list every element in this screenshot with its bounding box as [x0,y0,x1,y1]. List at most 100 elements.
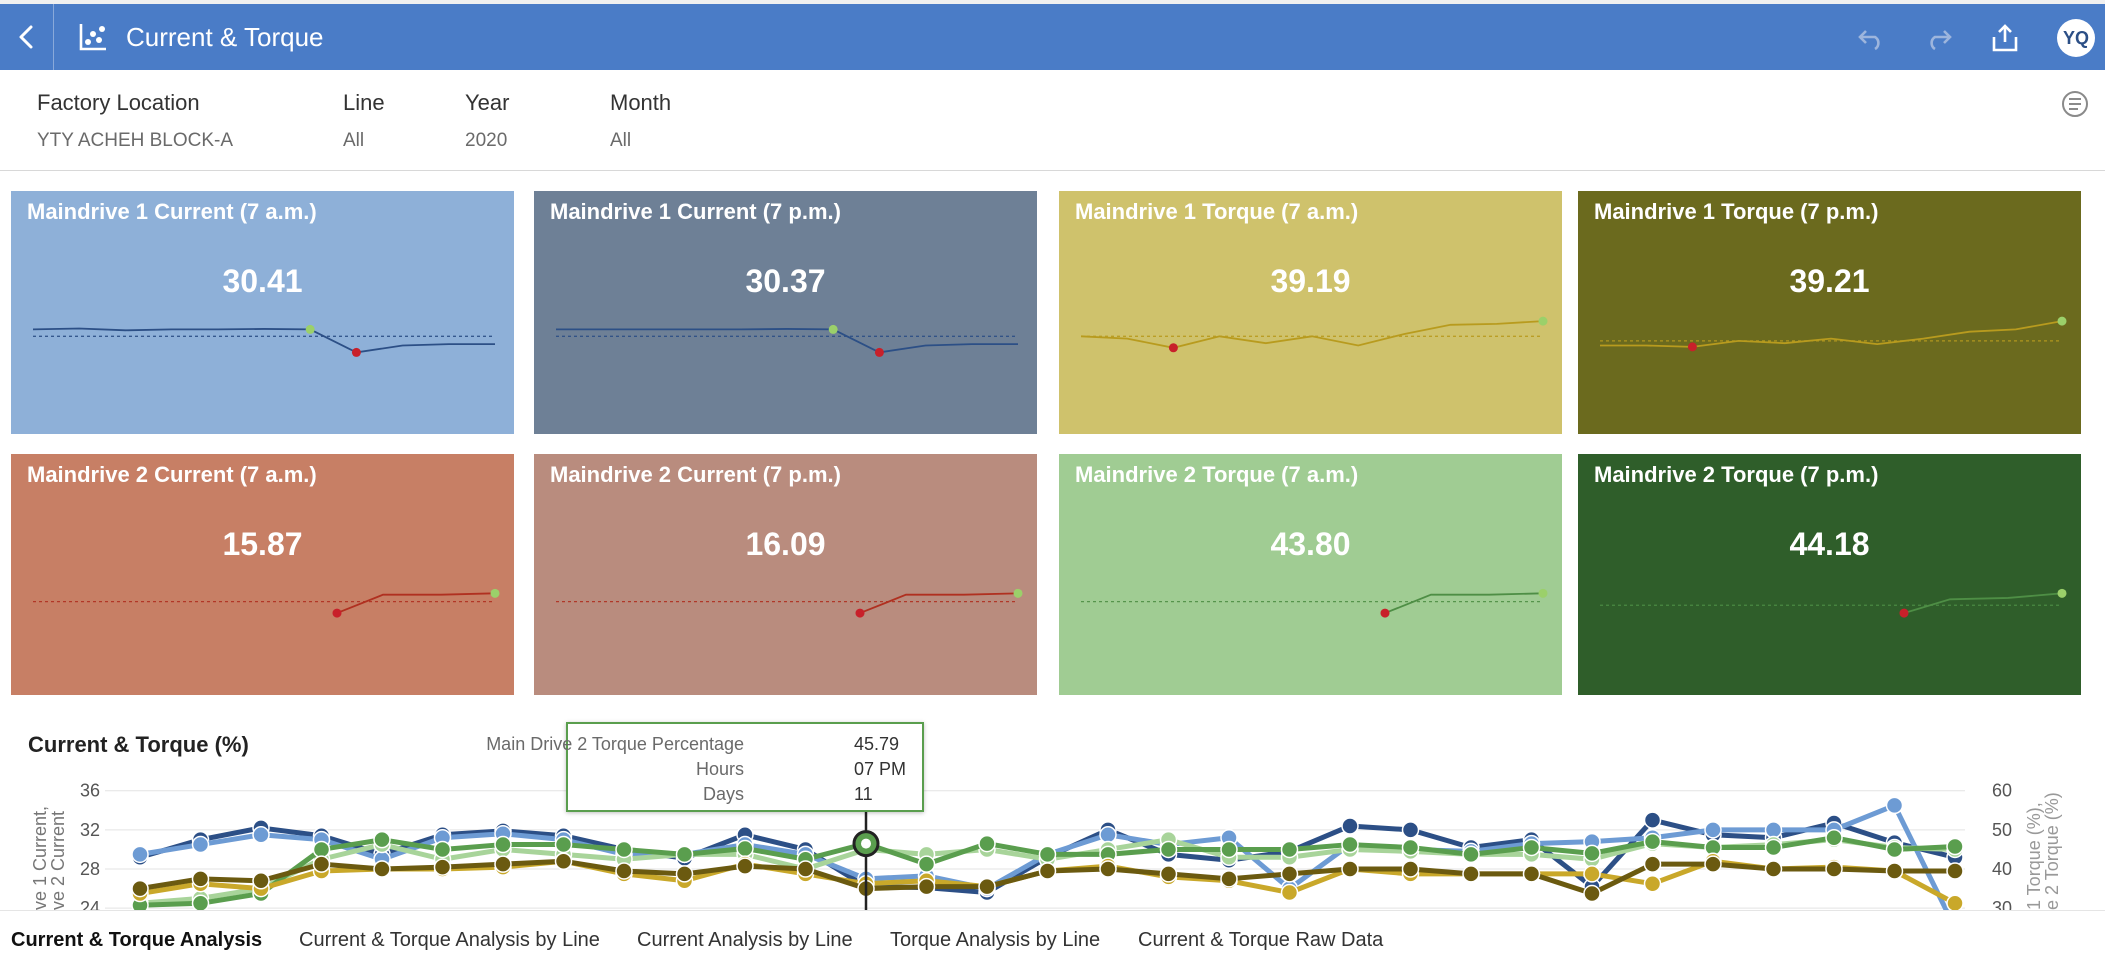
series-point[interactable] [1704,855,1722,873]
tab-current-torque-analysis[interactable]: Current & Torque Analysis [11,929,262,952]
series-point[interactable] [1825,828,1843,847]
series-point[interactable] [917,877,936,896]
kpi-tile[interactable]: Maindrive 2 Current (7 a.m.) 15.87 [11,454,514,695]
series-point[interactable] [1583,865,1601,883]
tab-current-analysis-by-line[interactable]: Current Analysis by Line [637,929,853,952]
series-point[interactable] [1764,860,1783,878]
series-point[interactable] [433,858,452,876]
series-point[interactable] [796,860,815,878]
series-point[interactable] [1946,862,1964,880]
sparkline-path [1384,592,1544,614]
redo-button[interactable] [1921,21,1955,55]
series-point[interactable] [1159,865,1178,883]
series-point[interactable] [1099,826,1117,844]
tab-current-torque-raw-data[interactable]: Current & Torque Raw Data [1138,929,1383,952]
series-point[interactable] [1280,840,1299,859]
series-point[interactable] [312,840,331,859]
series-point[interactable] [252,872,270,890]
series-point[interactable] [917,855,936,873]
share-button[interactable] [1988,21,2022,55]
line-chart[interactable]: 36 60 32 50 28 40 24 30 ve 1 Current,ve 2 Curren… [0,760,2105,910]
series-point[interactable] [312,855,331,873]
series-point[interactable] [494,835,512,854]
tooltip-value: 07 PM [854,759,907,779]
kpi-tile[interactable]: Maindrive 2 Torque (7 a.m.) 43.80 [1059,454,1562,695]
series-point[interactable] [1946,837,1964,856]
series-point[interactable] [131,845,149,864]
series-point[interactable] [433,840,452,859]
series-point[interactable] [1885,796,1904,815]
series-point[interactable] [191,870,210,888]
series-point[interactable] [1643,832,1662,851]
series-point[interactable] [1462,845,1480,864]
series-point[interactable] [554,835,573,854]
series-point[interactable] [554,852,573,870]
series-point[interactable] [1038,862,1057,880]
kpi-tile[interactable]: Maindrive 1 Torque (7 a.m.) 39.19 [1059,191,1562,434]
kpi-tile[interactable]: Maindrive 1 Current (7 p.m.) 30.37 [534,191,1037,434]
series-point[interactable] [1583,844,1601,863]
undo-button[interactable] [1855,21,1889,55]
series-point[interactable] [1341,835,1359,854]
series-point[interactable] [1643,811,1662,829]
sparkline-min-marker [1687,342,1697,352]
series-point[interactable] [191,835,210,854]
tooltip-row: Main Drive 2 Torque Percentage 45.79 [486,734,918,758]
series-point[interactable] [1401,860,1420,878]
series-point[interactable] [494,855,512,873]
filter-year[interactable]: Year 2020 [465,90,509,152]
series-point[interactable] [615,840,633,859]
series-point[interactable] [1764,821,1783,839]
series-point[interactable] [675,845,694,864]
series-point[interactable] [1038,845,1057,864]
series-point[interactable] [1522,865,1541,883]
filter-settings-icon[interactable] [2060,89,2090,119]
series-point[interactable] [736,857,754,875]
filter-line[interactable]: Line All [343,90,385,152]
series-point[interactable] [1401,821,1420,839]
series-point[interactable] [1764,838,1783,857]
series-point[interactable] [191,894,210,910]
series-point[interactable] [1885,862,1904,880]
tab-torque-analysis-by-line[interactable]: Torque Analysis by Line [890,929,1100,952]
series-point[interactable] [1522,838,1541,857]
series-point[interactable] [373,830,391,849]
series-point[interactable] [978,834,996,853]
sparkline-min-marker [1899,608,1909,618]
kpi-tile[interactable]: Maindrive 1 Current (7 a.m.) 30.41 [11,191,514,434]
series-point[interactable] [1462,865,1480,883]
y-left-axis-title: ve 1 Current, [30,806,50,910]
avatar[interactable]: YQ [2057,19,2095,57]
series-point[interactable] [1946,894,1964,910]
series-point[interactable] [1885,840,1904,859]
series-point[interactable] [1704,821,1722,839]
series-point[interactable] [1583,884,1601,903]
back-button[interactable] [0,4,54,70]
series-point[interactable] [1220,870,1238,888]
series-point[interactable] [675,865,694,883]
kpi-tile[interactable]: Maindrive 1 Torque (7 p.m.) 39.21 [1578,191,2081,434]
series-point[interactable] [373,860,391,878]
filter-factory-location[interactable]: Factory Location YTY ACHEH BLOCK-A [37,90,233,152]
series-point[interactable] [1341,860,1359,878]
series-point[interactable] [131,879,149,898]
tab-current-torque-analysis-by-line[interactable]: Current & Torque Analysis by Line [299,929,600,952]
series-point[interactable] [1220,840,1238,859]
series-point[interactable] [615,862,633,880]
series-point[interactable] [1825,860,1843,878]
series-point[interactable] [1643,874,1662,893]
series-point[interactable] [1280,883,1299,902]
series-point[interactable] [1643,855,1662,873]
series-point[interactable] [1099,860,1117,878]
kpi-tile[interactable]: Maindrive 2 Current (7 p.m.) 16.09 [534,454,1037,695]
series-point[interactable] [1159,840,1178,859]
filter-month[interactable]: Month All [610,90,671,152]
series-point[interactable] [252,826,270,844]
series-point[interactable] [1280,865,1299,883]
series-point[interactable] [1341,817,1359,835]
series-point[interactable] [1401,838,1420,857]
series-point[interactable] [736,839,754,858]
series-point[interactable] [978,877,996,896]
redo-icon [1930,30,1952,51]
kpi-tile[interactable]: Maindrive 2 Torque (7 p.m.) 44.18 [1578,454,2081,695]
